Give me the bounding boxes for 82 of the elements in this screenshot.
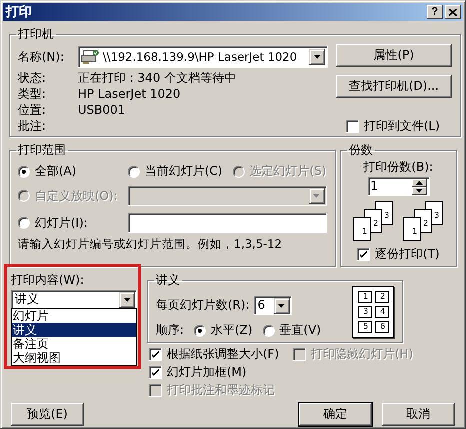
radio-button[interactable]	[18, 166, 30, 178]
field-value: 正在打印 : 340 个文档等待中	[78, 70, 236, 86]
checkbox[interactable]	[346, 120, 359, 133]
slide-range-field[interactable]	[128, 213, 327, 233]
checkbox-label: 打印隐藏幻灯片(H)	[311, 347, 414, 362]
slide-thumbnail: 1	[358, 291, 372, 303]
field-label: 打印份数(B):	[364, 160, 434, 175]
slide-thumbnail: 4	[374, 306, 388, 318]
checkbox[interactable]	[149, 366, 162, 379]
dropdown-option[interactable]: 讲义	[12, 323, 136, 337]
hint-text: 请输入幻灯片编号或幻灯片范围。例如，1,3,5-12	[18, 237, 284, 252]
page-sheet: 1	[352, 217, 370, 241]
radio-label: 全部(A)	[35, 164, 77, 179]
group-title: 份数	[349, 143, 373, 157]
slides-per-page-dropdown[interactable]: 6	[254, 296, 292, 315]
field-label: 批注:	[18, 118, 48, 134]
slide-thumbnail: 5	[358, 321, 372, 333]
field-label: 每页幻灯片数(R):	[156, 298, 250, 313]
dialog-button[interactable]: 预览(E)	[11, 403, 84, 426]
radio-button[interactable]	[194, 324, 206, 336]
radio-label: 幻灯片(I):	[35, 216, 88, 230]
field-label: 位置:	[18, 102, 48, 118]
dropdown-button[interactable]	[119, 292, 135, 308]
group-title: 讲义	[156, 273, 180, 287]
slide-thumbnail: 2	[374, 291, 388, 303]
radio-button[interactable]	[128, 166, 140, 178]
checkbox-label: 打印批注和墨迹标记	[167, 383, 275, 398]
window-title: 打印	[6, 4, 32, 20]
properties-button[interactable]: 属性(P)	[336, 44, 452, 67]
slide-thumbnail: 3	[358, 306, 372, 318]
field-label: 类型:	[18, 86, 48, 102]
dialog-button[interactable]: 确定	[299, 403, 372, 426]
page-sheet: 1	[402, 217, 420, 241]
down-arrow-icon	[416, 188, 422, 192]
close-icon	[449, 8, 457, 16]
dropdown-button[interactable]	[308, 188, 325, 204]
radio-button[interactable]	[262, 324, 275, 336]
dialog-button[interactable]: 取消	[382, 403, 455, 426]
help-button[interactable]: ?	[427, 5, 443, 19]
dropdown-arrow-icon	[314, 55, 320, 59]
field-label: 状态:	[18, 70, 48, 86]
copies-spinbox[interactable]: 1	[368, 177, 430, 196]
checkbox-label: 逐份打印(T)	[375, 247, 440, 262]
printer-icon	[81, 49, 99, 65]
check-icon	[360, 251, 368, 258]
checkbox-label: 根据纸张调整大小(F)	[167, 347, 280, 362]
dropdown-option[interactable]: 幻灯片	[12, 309, 136, 323]
field-label: 名称(N):	[18, 50, 66, 64]
group-title: 打印范围	[18, 143, 66, 157]
checkbox-label: 打印到文件(L)	[364, 119, 440, 134]
printer-dropdown[interactable]: \\192.168.139.9\HP LaserJet 1020	[78, 46, 328, 68]
dropdown-option[interactable]: 备注页	[12, 337, 136, 351]
radio-label: 当前幻灯片(C)	[144, 164, 223, 179]
radio-button[interactable]	[18, 217, 30, 229]
dropdown-arrow-icon	[124, 298, 130, 302]
radio-label: 水平(Z)	[211, 323, 253, 338]
checkbox[interactable]	[149, 348, 162, 361]
dropdown-button[interactable]	[309, 49, 325, 65]
spin-up-button[interactable]	[412, 178, 426, 186]
dropdown-arrow-icon	[278, 304, 286, 308]
dropdown-button[interactable]	[274, 298, 290, 314]
field-value: USB001	[78, 102, 126, 118]
checkbox[interactable]	[357, 248, 370, 261]
dropdown-list[interactable]: 幻灯片 讲义 备注页 大纲视图	[11, 308, 137, 366]
find-printer-button[interactable]: 查找打印机(D)...	[336, 75, 452, 98]
dropdown-arrow-icon	[313, 194, 320, 198]
slide-thumbnail: 6	[374, 321, 388, 333]
close-button[interactable]	[445, 5, 461, 19]
custom-show-dropdown[interactable]	[128, 186, 327, 206]
radio-label: 自定义放映(O):	[35, 188, 118, 204]
print-what-dropdown[interactable]: 讲义	[11, 290, 137, 309]
radio-label: 垂直(V)	[280, 323, 322, 338]
check-icon	[152, 369, 159, 376]
field-label: 顺序:	[156, 323, 184, 338]
field-value: HP LaserJet 1020	[78, 86, 181, 102]
field-label: 打印内容(W):	[11, 273, 84, 287]
check-icon	[152, 351, 159, 358]
group-title: 打印机	[18, 27, 54, 41]
up-arrow-icon	[416, 180, 422, 184]
dropdown-option[interactable]: 大纲视图	[12, 351, 136, 365]
checkbox-label: 幻灯片加框(M)	[167, 365, 247, 380]
radio-label: 选定幻灯片(S)	[250, 164, 327, 179]
